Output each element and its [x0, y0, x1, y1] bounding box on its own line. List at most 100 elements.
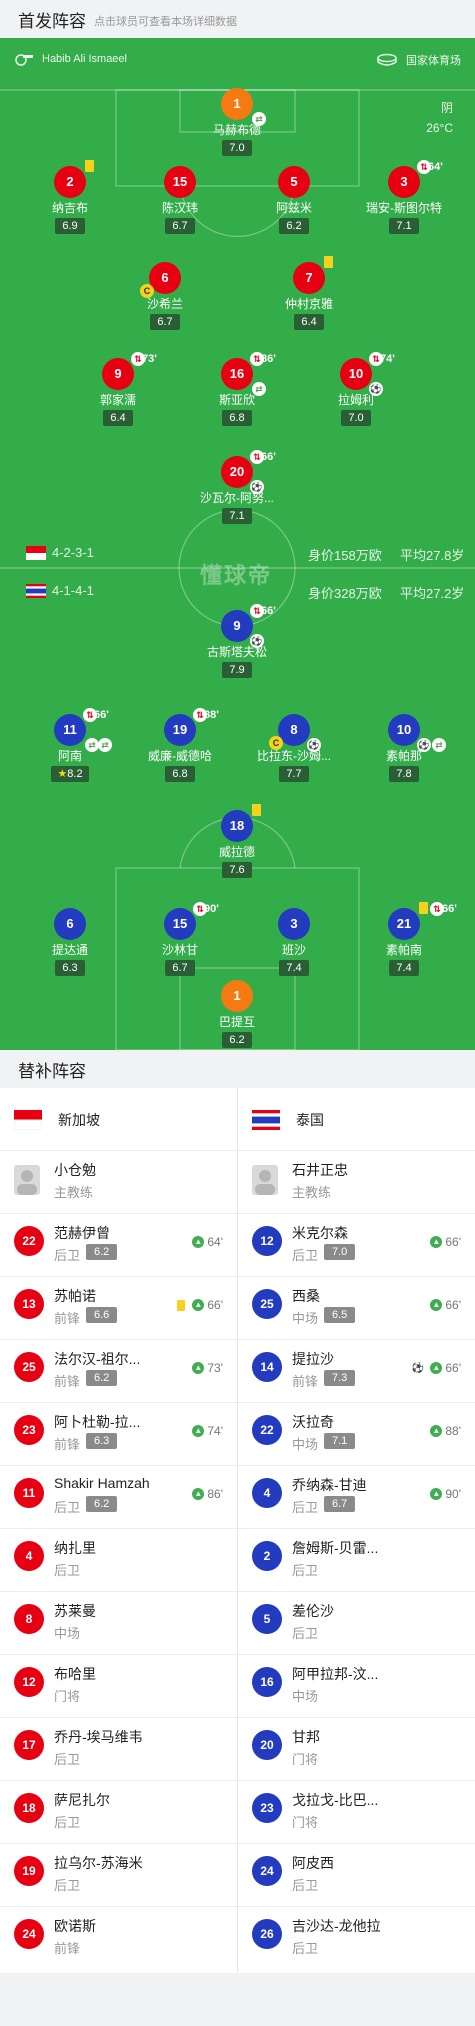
home-team-header: 新加坡: [0, 1090, 237, 1150]
home-sub-row[interactable]: 8 苏莱曼 中场: [0, 1591, 237, 1654]
player-number: 12: [252, 1226, 282, 1256]
sub-in-icon: ▲: [192, 1362, 205, 1374]
home-sub-row[interactable]: 24 欧诺斯 前锋: [0, 1906, 237, 1969]
player-rating: 6.6: [86, 1307, 118, 1323]
home-sub-row[interactable]: 23 阿卜杜勒-拉... 前锋 6.3 ▲ 74': [0, 1402, 237, 1465]
away-sub-row[interactable]: 2 詹姆斯-贝雷... 后卫: [238, 1528, 475, 1591]
player-name: 阿卜杜勒-拉...: [54, 1414, 141, 1430]
home-sub-row[interactable]: 4 纳扎里 后卫: [0, 1528, 237, 1591]
away-player[interactable]: 21 ⇅ 66' 素帕南 7.4: [344, 902, 464, 976]
sub-minute: 73': [142, 353, 157, 365]
stadium-icon: [377, 53, 397, 66]
player-number: 5: [252, 1604, 282, 1634]
away-player[interactable]: 1 巴提互 6.2: [177, 980, 297, 1048]
player-number: 22: [252, 1415, 282, 1445]
sub-in-icon: ▲: [192, 1299, 205, 1311]
player-name: 纳吉布: [51, 201, 88, 215]
pitch: Habib Ali Ismaeel 国家体育场 阴 26°C 懂球帝 4-2-3…: [0, 38, 475, 1050]
player-position: 后卫: [292, 1500, 319, 1515]
player-number: 21 ⇅ 66': [388, 902, 457, 940]
away-sub-row[interactable]: 25 西桑 中场 6.5 ▲ 66': [238, 1276, 475, 1339]
away-player[interactable]: 10 ⚽ ⇄ 素帕那 7.8: [344, 714, 464, 782]
home-player[interactable]: 6C 沙希兰 6.7: [105, 262, 225, 330]
home-sub-row[interactable]: 12 布哈里 门将: [0, 1654, 237, 1717]
away-age: 平均27.2岁: [400, 586, 465, 601]
away-sub-row[interactable]: 23 戈拉戈-比巴... 门将: [238, 1780, 475, 1843]
away-sub-row[interactable]: 4 乔纳森-甘迪 后卫 6.7 ▲ 90': [238, 1465, 475, 1528]
player-name: 苏莱曼: [54, 1603, 96, 1619]
away-sub-row[interactable]: 14 提拉沙 前锋 7.3 ⚽ ▲ 66': [238, 1339, 475, 1402]
player-number: 25: [14, 1352, 44, 1382]
home-coach-row[interactable]: 小仓勉 主教练: [0, 1150, 237, 1213]
away-player[interactable]: 19 ⇅ 88' 威廉-威德哈 6.8: [120, 708, 240, 782]
home-player[interactable]: 16 ⇅ ⇄ 86' 斯亚欣 6.8: [177, 352, 297, 426]
player-rating: 6.7: [324, 1496, 356, 1512]
away-player[interactable]: 18 威拉德 7.6: [177, 804, 297, 878]
player-name: 阿甲拉邦-汶...: [292, 1666, 379, 1682]
away-sub-row[interactable]: 12 米克尔森 后卫 7.0 ▲ 66': [238, 1213, 475, 1276]
home-sub-row[interactable]: 11 Shakir Hamzah 后卫 6.2 ▲ 86': [0, 1465, 237, 1528]
away-sub-row[interactable]: 5 差伦沙 后卫: [238, 1591, 475, 1654]
away-player[interactable]: 9 ⇅ ⚽ 66' 古斯塔夫松 7.9: [177, 604, 297, 678]
home-player[interactable]: 10 ⇅ ⚽ 74' 拉姆利 7.0: [296, 352, 416, 426]
away-player[interactable]: 11 ⇅ ⇄ ⇄ 66' 阿南 ★8.2: [10, 708, 130, 782]
player-name: 威拉德: [218, 845, 255, 859]
player-number: 23: [252, 1793, 282, 1823]
player-name: 沙希兰: [146, 297, 183, 311]
player-rating: 6.7: [150, 314, 180, 330]
home-player[interactable]: 9 ⇅ 73' 郭家濡 6.4: [58, 352, 178, 426]
home-sub-row[interactable]: 25 法尔汉-祖尔... 前锋 6.2 ▲ 73': [0, 1339, 237, 1402]
sub-in-time: ▲ 66': [177, 1298, 223, 1312]
weather: 阴 26°C: [426, 98, 453, 138]
player-number: 18: [14, 1793, 44, 1823]
player-rating: 6.3: [86, 1433, 118, 1449]
away-sub-row[interactable]: 20 甘邦 门将: [238, 1717, 475, 1780]
home-sub-row[interactable]: 22 范赫伊曾 后卫 6.2 ▲ 64': [0, 1213, 237, 1276]
goal-ball-icon: ⚽: [417, 738, 431, 752]
home-sub-row[interactable]: 19 拉乌尔-苏海米 后卫: [0, 1843, 237, 1906]
player-name: 沙林甘: [161, 943, 198, 957]
player-number: 4: [14, 1541, 44, 1571]
player-rating: 6.4: [294, 314, 324, 330]
player-name: 吉沙达-龙他拉: [292, 1918, 381, 1934]
away-sub-row[interactable]: 24 阿皮西 后卫: [238, 1843, 475, 1906]
player-number: 13: [14, 1289, 44, 1319]
away-player[interactable]: 15 ⇅ 90' 沙林甘 6.7: [120, 902, 240, 976]
player-rating: 6.2: [86, 1244, 118, 1260]
home-player[interactable]: 20 ⇅ ⚽ 66' 沙瓦尔-阿努... 7.1: [177, 450, 297, 524]
player-number: 9 ⇅ 73': [102, 352, 157, 390]
player-name: 范赫伊曾: [54, 1225, 110, 1241]
player-name: 巴提互: [218, 1015, 255, 1029]
away-sub-row[interactable]: 22 沃拉奇 中场 7.1 ▲ 88': [238, 1402, 475, 1465]
player-name: 郭家濡: [99, 393, 136, 407]
sub-in-time: ▲ 88': [430, 1424, 461, 1438]
away-player[interactable]: 8 C ⚽ 比拉东-沙姆... 7.7: [234, 714, 354, 782]
home-sub-row[interactable]: 13 苏帕诺 前锋 6.6 ▲ 66': [0, 1276, 237, 1339]
home-player[interactable]: 7 仲村京雅 6.4: [249, 256, 369, 330]
player-name: 沙瓦尔-阿努...: [200, 491, 274, 505]
away-sub-row[interactable]: 26 吉沙达-龙他拉 后卫: [238, 1906, 475, 1969]
assist-icon: ⇄: [98, 738, 112, 752]
away-value: 身价328万欧: [308, 586, 382, 601]
sub-in-icon: ▲: [430, 1299, 443, 1311]
home-player[interactable]: 1 ⇄ 马赫布德 7.0: [177, 88, 297, 156]
player-name: 班沙: [281, 943, 306, 957]
home-player[interactable]: 3 ⇅ 64' 瑞安-斯图尔特 7.1: [344, 160, 464, 234]
home-player[interactable]: 2 纳吉布 6.9: [10, 160, 130, 234]
away-player[interactable]: 3 班沙 7.4: [234, 908, 354, 976]
yellow-card-icon: [419, 902, 428, 914]
home-sub-row[interactable]: 18 萨尼扎尔 后卫: [0, 1780, 237, 1843]
away-coach-row[interactable]: 石井正忠 主教练: [238, 1150, 475, 1213]
page-footer: [0, 1973, 475, 2026]
sub-minute: 88': [204, 709, 219, 721]
player-number: 7: [293, 256, 333, 294]
home-player[interactable]: 15 陈汉玮 6.7: [120, 166, 240, 234]
player-name: 马赫布德: [212, 123, 261, 137]
player-name: 纳扎里: [54, 1540, 96, 1556]
home-player[interactable]: 5 阿兹米 6.2: [234, 166, 354, 234]
home-sub-row[interactable]: 17 乔丹-埃马维韦 后卫: [0, 1717, 237, 1780]
away-player[interactable]: 6 提达通 6.3: [10, 908, 130, 976]
home-formation-row: 4-2-3-1 身价158万欧 平均27.8岁: [0, 542, 475, 564]
away-sub-row[interactable]: 16 阿甲拉邦-汶... 中场: [238, 1654, 475, 1717]
player-name: 戈拉戈-比巴...: [292, 1792, 379, 1808]
